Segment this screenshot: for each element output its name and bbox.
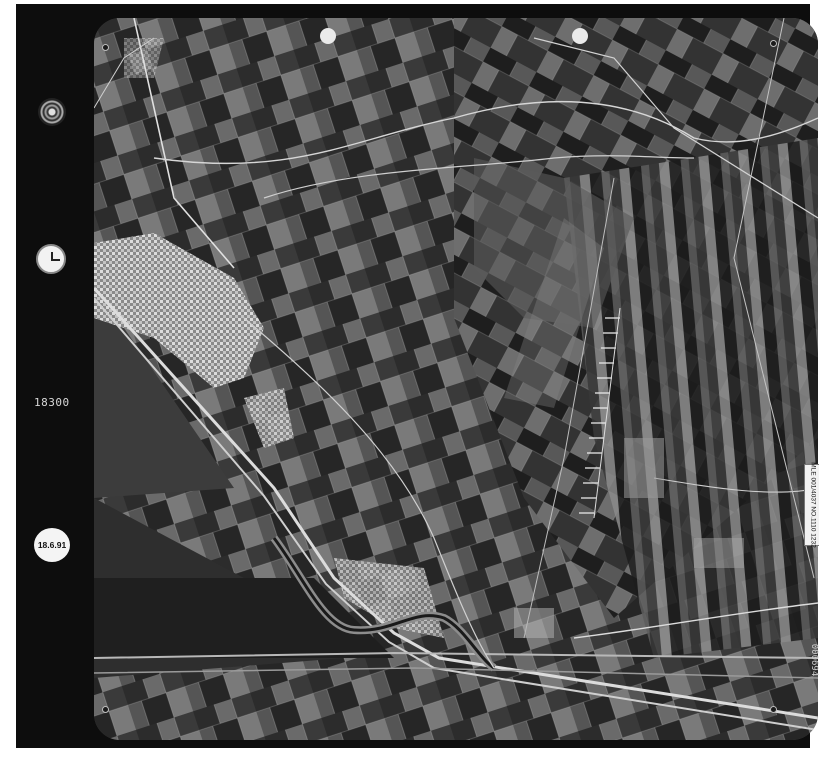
side-label: MLE 001/4037 NO.1110 1232 [804, 462, 819, 548]
frame-number: 000694 [804, 640, 819, 680]
film-frame: 18300 18.6.91 MLE 001/4037 NO.1110 1232 … [16, 4, 819, 748]
fiducial-mark-top-left [102, 44, 109, 51]
aerial-photo [94, 18, 818, 740]
focal-length-label: 18300 [34, 396, 70, 409]
fiducial-mark-bottom-right [770, 706, 777, 713]
fiducial-hole-top-left [320, 28, 336, 44]
date-badge: 18.6.91 [34, 528, 70, 562]
date-badge-text: 18.6.91 [37, 540, 67, 550]
fiducial-hole-top-right [572, 28, 588, 44]
fiducial-mark-bottom-left [102, 706, 109, 713]
fiducial-mark-top-right [770, 40, 777, 47]
level-bubble-icon [38, 98, 66, 126]
side-label-text: MLE 001/4037 NO.1110 1232 [809, 462, 817, 548]
clock-icon [36, 244, 66, 274]
frame-number-text: 000694 [809, 643, 819, 677]
aerial-photo-canvas [94, 18, 818, 740]
